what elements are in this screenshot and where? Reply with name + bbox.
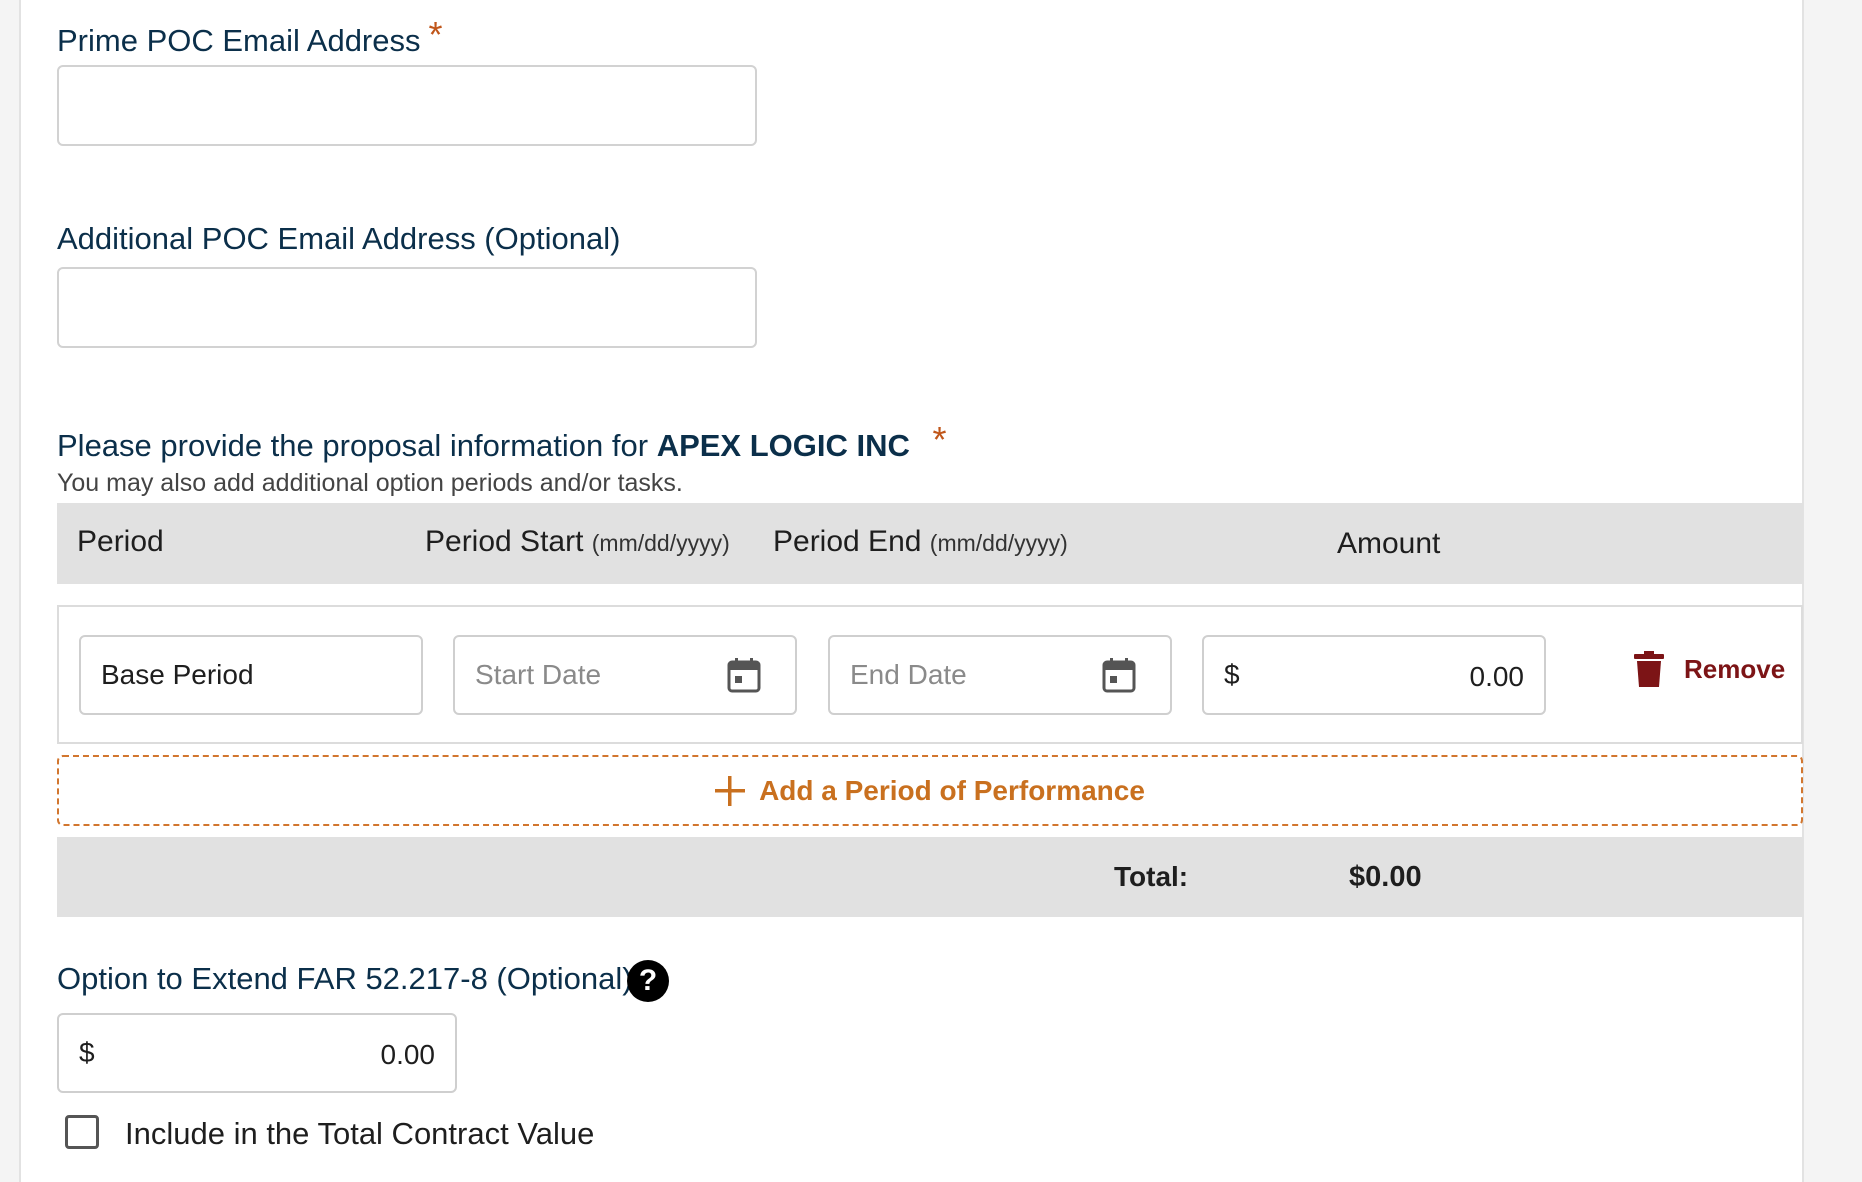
period-name-input[interactable] xyxy=(81,637,421,713)
proposal-prompt: Please provide the proposal information … xyxy=(57,419,947,465)
question-circle-icon[interactable]: ? xyxy=(627,960,669,1002)
required-marker: * xyxy=(932,419,947,460)
option-extend-amount-value[interactable]: 0.00 xyxy=(381,1039,436,1071)
add-period-button[interactable]: Add a Period of Performance xyxy=(57,755,1803,826)
plus-icon xyxy=(715,775,746,806)
end-date-field[interactable] xyxy=(828,635,1172,715)
period-name-field[interactable] xyxy=(79,635,423,715)
period-table-header: Period Period Start (mm/dd/yyyy) Period … xyxy=(57,503,1803,584)
header-period-end-text: Period End xyxy=(773,525,922,558)
additional-poc-label: Additional POC Email Address (Optional) xyxy=(57,221,621,256)
header-period-end: Period End (mm/dd/yyyy) xyxy=(773,525,1068,559)
prime-poc-label-text: Prime POC Email Address xyxy=(57,23,421,58)
start-date-field[interactable] xyxy=(453,635,797,715)
prime-poc-label: Prime POC Email Address * xyxy=(57,14,443,60)
calendar-icon[interactable] xyxy=(727,657,761,693)
remove-button[interactable]: Remove xyxy=(1634,651,1785,687)
total-row: Total: $0.00 xyxy=(57,837,1803,917)
table-row: $ 0.00 Remove xyxy=(57,605,1803,744)
calendar-icon[interactable] xyxy=(1102,657,1136,693)
amount-field[interactable]: $ 0.00 xyxy=(1202,635,1546,715)
form-page: Prime POC Email Address * Additional POC … xyxy=(19,0,1804,1182)
trash-icon xyxy=(1634,651,1664,687)
proposal-subtext: You may also add additional option perio… xyxy=(57,469,683,497)
include-total-checkbox[interactable] xyxy=(65,1115,99,1149)
header-period-start: Period Start (mm/dd/yyyy) xyxy=(425,525,730,559)
additional-poc-email-input[interactable] xyxy=(57,267,757,348)
prime-poc-email-input[interactable] xyxy=(57,65,757,146)
header-period-start-text: Period Start xyxy=(425,525,584,558)
header-start-format: (mm/dd/yyyy) xyxy=(591,530,730,556)
required-marker: * xyxy=(428,14,443,55)
header-period: Period xyxy=(77,525,164,558)
remove-label: Remove xyxy=(1684,653,1786,684)
company-name: APEX LOGIC INC xyxy=(656,428,910,463)
currency-symbol: $ xyxy=(1224,659,1240,690)
add-period-label: Add a Period of Performance xyxy=(759,774,1145,806)
total-label: Total: xyxy=(1114,861,1189,892)
header-end-format: (mm/dd/yyyy) xyxy=(929,530,1068,556)
include-total-label[interactable]: Include in the Total Contract Value xyxy=(125,1116,594,1152)
header-amount: Amount xyxy=(1337,527,1441,560)
option-extend-amount-field[interactable]: $ 0.00 xyxy=(57,1013,457,1093)
option-extend-label: Option to Extend FAR 52.217-8 (Optional) xyxy=(57,961,633,996)
amount-value[interactable]: 0.00 xyxy=(1470,661,1525,693)
total-value: $0.00 xyxy=(1349,861,1422,893)
proposal-prompt-text: Please provide the proposal information … xyxy=(57,428,649,463)
currency-symbol: $ xyxy=(79,1037,95,1068)
